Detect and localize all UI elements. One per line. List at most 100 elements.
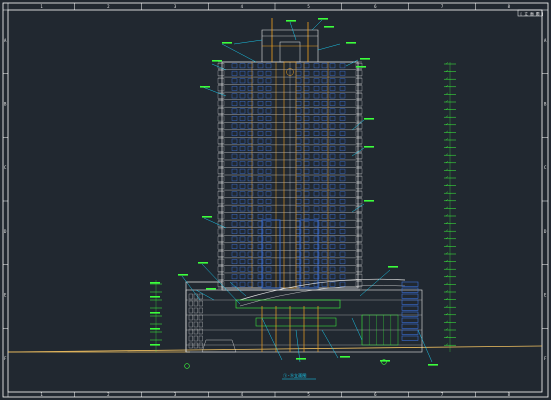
window — [265, 244, 272, 249]
window — [303, 168, 310, 174]
window — [295, 183, 302, 189]
window — [303, 108, 310, 114]
window — [313, 198, 320, 204]
podium-glass-panel — [401, 293, 419, 299]
window — [329, 138, 336, 144]
balcony — [217, 168, 225, 174]
window — [321, 131, 328, 136]
window — [265, 131, 272, 136]
window — [339, 206, 346, 212]
top-ruler-label: 4 — [241, 4, 244, 9]
window — [321, 259, 328, 265]
window — [321, 123, 328, 129]
window — [265, 116, 272, 121]
window — [339, 281, 346, 287]
balcony — [355, 266, 363, 272]
balcony — [355, 273, 363, 280]
leader-line — [289, 21, 297, 41]
leader-line — [221, 43, 257, 63]
axis-marker-icon — [184, 363, 190, 369]
window — [295, 93, 302, 99]
window — [339, 153, 346, 159]
balcony — [217, 138, 225, 144]
podium-glass-panel — [401, 317, 419, 323]
window — [329, 101, 336, 106]
window — [321, 161, 328, 167]
window — [295, 63, 302, 69]
window — [303, 146, 310, 152]
window — [231, 101, 238, 106]
window — [313, 70, 320, 76]
window — [329, 183, 336, 189]
window — [257, 63, 264, 69]
window — [339, 63, 346, 69]
balcony — [355, 160, 363, 167]
window — [313, 206, 320, 212]
window — [239, 93, 246, 99]
balcony — [217, 108, 225, 114]
podium-window — [193, 321, 198, 328]
window — [257, 131, 264, 136]
window — [321, 236, 328, 242]
window — [295, 206, 302, 212]
window — [329, 229, 336, 234]
side-ruler-label: B — [4, 102, 7, 107]
window — [313, 146, 320, 152]
window — [339, 176, 346, 182]
window — [265, 63, 272, 69]
leader-line — [229, 281, 247, 297]
annotation-mark — [388, 266, 398, 268]
window — [321, 191, 328, 197]
podium-window — [188, 342, 193, 349]
title-tag: [ 立 面 图 ] — [520, 11, 544, 16]
window — [257, 108, 264, 114]
annotation-mark — [150, 312, 160, 314]
window — [239, 206, 246, 212]
window — [295, 214, 302, 219]
window — [303, 131, 310, 136]
window — [303, 191, 310, 197]
balcony — [217, 153, 225, 159]
window — [257, 85, 264, 91]
window — [231, 70, 238, 76]
window — [339, 168, 346, 174]
window — [295, 138, 302, 144]
podium-window — [193, 328, 198, 335]
balcony — [355, 145, 363, 152]
window — [231, 206, 238, 212]
side-ruler-label: A — [544, 38, 547, 43]
window — [329, 161, 336, 167]
window — [257, 168, 264, 174]
annotation-mark — [356, 66, 366, 68]
window — [239, 131, 246, 136]
balcony — [355, 191, 363, 197]
window — [295, 153, 302, 159]
window — [265, 236, 272, 242]
window — [257, 78, 264, 84]
side-ruler-label: B — [544, 102, 547, 107]
balcony — [355, 78, 363, 84]
window — [239, 266, 246, 272]
window — [329, 214, 336, 219]
window — [313, 93, 320, 99]
top-ruler-label: 3 — [174, 4, 177, 9]
window — [303, 78, 310, 84]
window — [313, 153, 320, 159]
window — [231, 214, 238, 219]
window — [231, 259, 238, 265]
window — [313, 116, 320, 121]
leader-line — [201, 263, 241, 305]
window — [257, 214, 264, 219]
bottom-ruler-label: 4 — [241, 392, 244, 397]
window — [313, 168, 320, 174]
window — [295, 191, 302, 197]
window — [339, 244, 346, 249]
leader-line — [233, 39, 263, 45]
annotation-mark — [360, 58, 370, 60]
window — [239, 153, 246, 159]
window — [329, 191, 336, 197]
balcony — [355, 176, 363, 182]
window — [231, 221, 238, 227]
window — [239, 78, 246, 84]
balcony — [217, 198, 225, 205]
